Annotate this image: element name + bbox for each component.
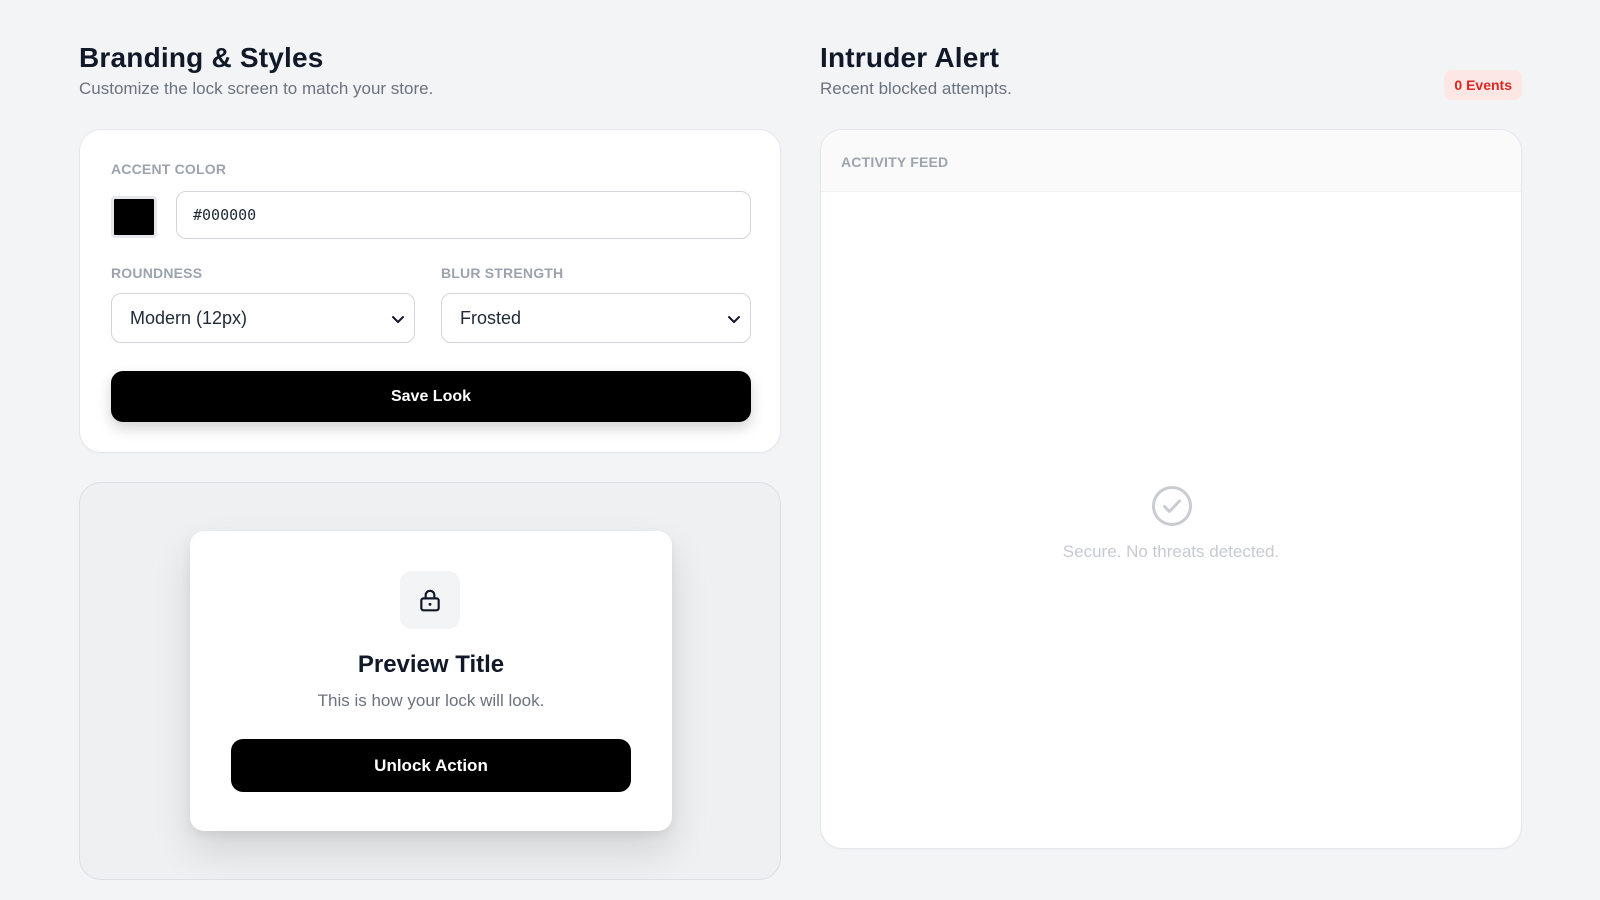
check-circle-icon xyxy=(1152,486,1192,526)
blur-strength-value: Frosted xyxy=(460,308,522,328)
blur-strength-select[interactable]: Frosted xyxy=(441,293,751,343)
save-look-button[interactable]: Save Look xyxy=(111,371,751,422)
activity-feed-card: ACTIVITY FEED Secure. No threats detecte… xyxy=(820,129,1522,849)
blur-strength-label: BLUR STRENGTH xyxy=(441,265,564,281)
branding-subtitle: Customize the lock screen to match your … xyxy=(79,79,434,98)
branding-title: Branding & Styles xyxy=(79,42,324,73)
lock-preview-area: Preview Title This is how your lock will… xyxy=(79,482,781,880)
chevron-down-icon xyxy=(392,316,404,323)
chevron-down-icon xyxy=(728,316,740,323)
accent-color-input[interactable] xyxy=(176,191,751,239)
roundness-select[interactable]: Modern (12px) xyxy=(111,293,415,343)
preview-subtitle: This is how your lock will look. xyxy=(317,691,545,710)
roundness-label: ROUNDNESS xyxy=(111,265,203,281)
activity-feed-label: ACTIVITY FEED xyxy=(841,154,949,170)
intruder-subtitle: Recent blocked attempts. xyxy=(820,79,1012,98)
intruder-title: Intruder Alert xyxy=(820,42,1000,73)
events-count-badge: 0 Events xyxy=(1444,70,1522,100)
settings-card: ACCENT COLOR ROUNDNESS Modern (12px) BLU… xyxy=(79,129,781,453)
accent-color-swatch[interactable] xyxy=(111,196,157,238)
lock-preview-card: Preview Title This is how your lock will… xyxy=(190,531,672,831)
lock-icon xyxy=(420,589,440,612)
activity-feed-header: ACTIVITY FEED xyxy=(821,130,1521,192)
preview-title: Preview Title xyxy=(357,651,505,678)
accent-color-label: ACCENT COLOR xyxy=(111,161,227,177)
roundness-value: Modern (12px) xyxy=(130,308,248,328)
unlock-action-button[interactable]: Unlock Action xyxy=(231,739,631,792)
empty-state-text: Secure. No threats detected. xyxy=(1062,542,1280,561)
lock-icon-container xyxy=(400,571,460,629)
page: Branding & Styles Customize the lock scr… xyxy=(0,0,1600,900)
